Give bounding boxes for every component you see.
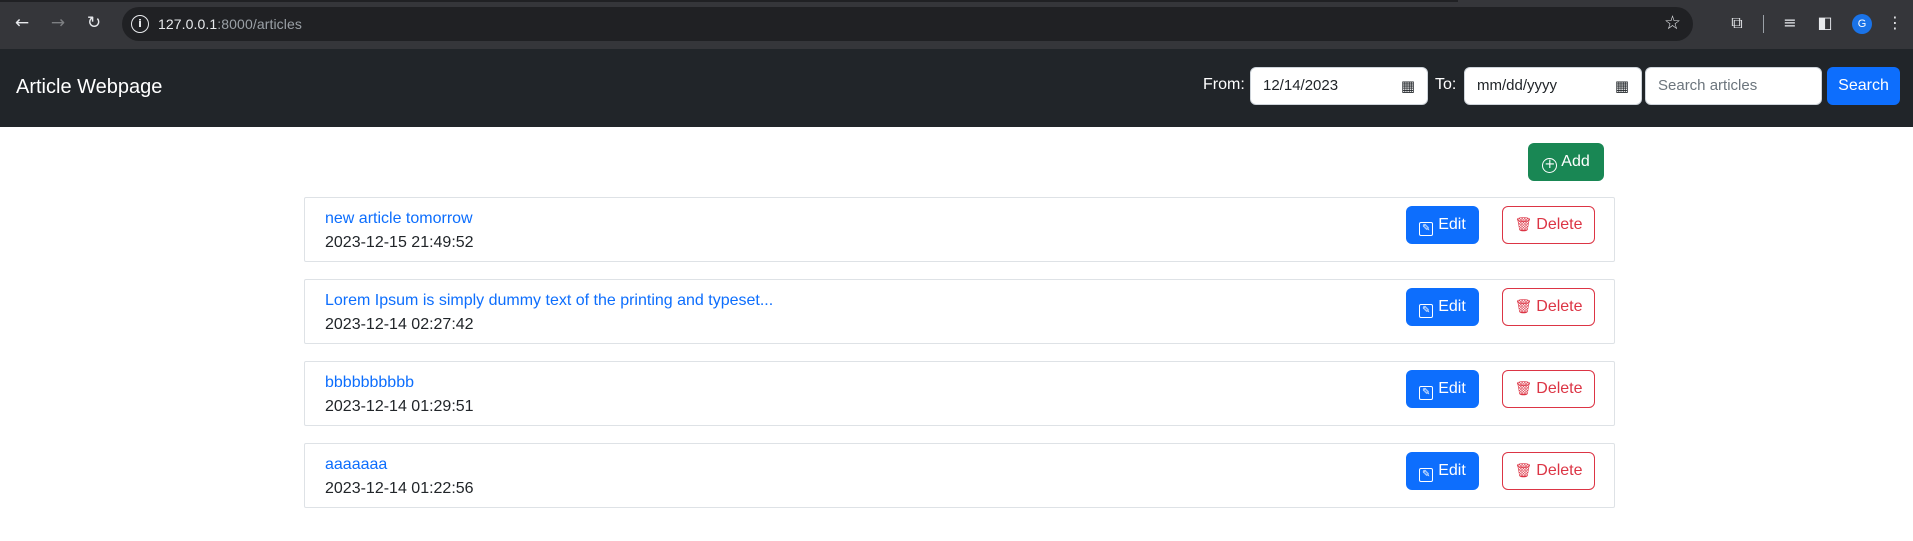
address-url[interactable]: 127.0.0.1:8000/articles <box>158 16 302 32</box>
article-timestamp: 2023-12-15 21:49:52 <box>325 234 474 251</box>
article-title-link[interactable]: Lorem Ipsum is simply dummy text of the … <box>325 292 773 310</box>
back-arrow-icon[interactable]: ← <box>11 12 33 34</box>
delete-button[interactable]: 🗑 Delete <box>1502 452 1595 490</box>
trash-icon: 🗑 <box>1514 381 1533 397</box>
pencil-square-icon: ✎ <box>1419 304 1434 318</box>
edit-label: Edit <box>1438 462 1466 479</box>
article-card: bbbbbbbbbb 2023-12-14 01:29:51 ✎ Edit 🗑 De… <box>304 361 1615 426</box>
browser-toolbar: ← → ↻ i 127.0.0.1:8000/articles ☆ ⧉ ≡ ◧ … <box>0 0 1913 49</box>
forward-arrow-icon[interactable]: → <box>47 12 69 34</box>
edit-button[interactable]: ✎ Edit <box>1406 206 1479 244</box>
address-bar[interactable]: i 127.0.0.1:8000/articles ☆ <box>122 7 1693 41</box>
url-host: 127.0.0.1 <box>158 16 218 32</box>
profile-avatar[interactable]: G <box>1852 14 1872 34</box>
article-title-link[interactable]: aaaaaaa <box>325 456 387 474</box>
edit-label: Edit <box>1438 216 1466 233</box>
search-input[interactable]: Search articles <box>1645 67 1822 105</box>
menu-kebab-icon[interactable]: ⋮ <box>1885 13 1905 33</box>
bookmark-star-icon[interactable]: ☆ <box>1664 12 1681 34</box>
pencil-square-icon: ✎ <box>1419 386 1434 400</box>
article-card: new article tomorrow 2023-12-15 21:49:52… <box>304 197 1615 262</box>
plus-circle-icon: + <box>1542 158 1558 173</box>
delete-label: Delete <box>1536 216 1583 233</box>
delete-label: Delete <box>1536 298 1583 315</box>
edit-button[interactable]: ✎ Edit <box>1406 452 1479 490</box>
article-card: Lorem Ipsum is simply dummy text of the … <box>304 279 1615 344</box>
app-navbar: Article Webpage From: 12/14/2023 ▦ To: m… <box>0 49 1913 127</box>
article-timestamp: 2023-12-14 01:22:56 <box>325 480 474 497</box>
from-label: From: <box>1203 76 1245 93</box>
side-panel-icon[interactable]: ◧ <box>1815 13 1835 33</box>
delete-button[interactable]: 🗑 Delete <box>1502 370 1595 408</box>
to-label: To: <box>1435 76 1457 93</box>
add-article-button[interactable]: + Add <box>1528 143 1604 181</box>
brand-title[interactable]: Article Webpage <box>16 76 162 99</box>
from-date-value: 12/14/2023 <box>1263 77 1339 94</box>
article-timestamp: 2023-12-14 02:27:42 <box>325 316 474 333</box>
search-button[interactable]: Search <box>1827 67 1900 105</box>
to-date-input[interactable]: mm/dd/yyyy ▦ <box>1464 67 1642 105</box>
extensions-icon[interactable]: ⧉ <box>1727 13 1747 33</box>
delete-label: Delete <box>1536 380 1583 397</box>
pencil-square-icon: ✎ <box>1419 222 1434 236</box>
delete-label: Delete <box>1536 462 1583 479</box>
edit-button[interactable]: ✎ Edit <box>1406 288 1479 326</box>
delete-button[interactable]: 🗑 Delete <box>1502 206 1595 244</box>
info-icon[interactable]: i <box>131 15 149 33</box>
from-date-input[interactable]: 12/14/2023 ▦ <box>1250 67 1428 105</box>
trash-icon: 🗑 <box>1514 463 1533 479</box>
pencil-square-icon: ✎ <box>1419 468 1434 482</box>
calendar-icon[interactable]: ▦ <box>1401 68 1415 104</box>
edit-button[interactable]: ✎ Edit <box>1406 370 1479 408</box>
trash-icon: 🗑 <box>1514 217 1533 233</box>
add-button-label: Add <box>1561 153 1590 170</box>
reload-icon[interactable]: ↻ <box>83 12 105 34</box>
to-date-placeholder: mm/dd/yyyy <box>1477 77 1558 94</box>
page-load-bar <box>0 0 1458 2</box>
edit-label: Edit <box>1438 298 1466 315</box>
calendar-icon[interactable]: ▦ <box>1615 68 1629 104</box>
article-title-link[interactable]: new article tomorrow <box>325 210 473 228</box>
media-controls-icon[interactable]: ≡ <box>1780 13 1800 33</box>
delete-button[interactable]: 🗑 Delete <box>1502 288 1595 326</box>
trash-icon: 🗑 <box>1514 299 1533 315</box>
edit-label: Edit <box>1438 380 1466 397</box>
article-timestamp: 2023-12-14 01:29:51 <box>325 398 474 415</box>
toolbar-divider <box>1763 15 1764 33</box>
article-card: aaaaaaa 2023-12-14 01:22:56 ✎ Edit 🗑 Delet… <box>304 443 1615 508</box>
url-path: :8000/articles <box>217 16 302 32</box>
article-title-link[interactable]: bbbbbbbbbb <box>325 374 414 392</box>
